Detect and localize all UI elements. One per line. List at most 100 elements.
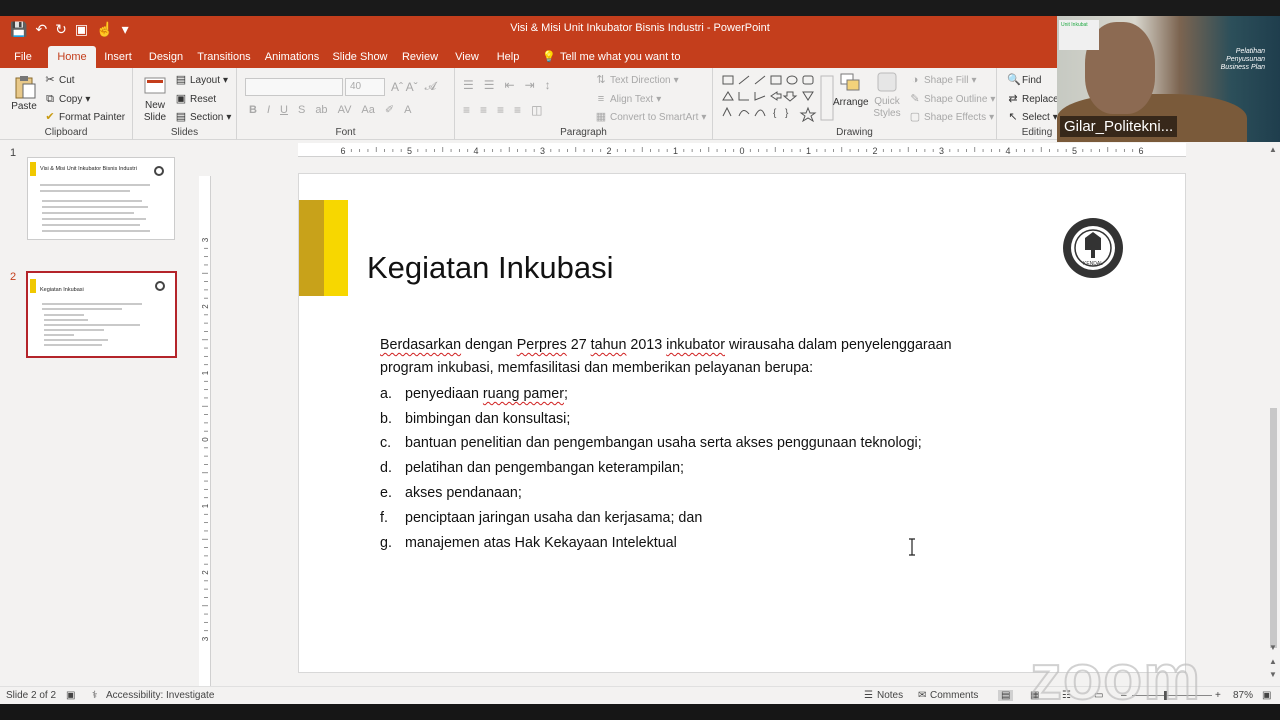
italic-button[interactable]: I — [267, 104, 270, 116]
font-size-combo[interactable]: 40 — [345, 78, 385, 96]
normal-view-icon[interactable]: ▤ — [998, 690, 1014, 701]
font-name-combo[interactable] — [245, 78, 343, 96]
shape-effects-button[interactable]: ▢ Shape Effects ▾ — [909, 111, 994, 123]
increase-indent-icon[interactable]: ⇥ — [525, 78, 535, 92]
line-spacing-icon[interactable]: ↕ — [545, 78, 551, 92]
new-slide-label-2: Slide — [143, 112, 167, 123]
highlight-button[interactable]: ✐ — [385, 103, 394, 116]
zoom-level[interactable]: 87% — [1233, 690, 1253, 701]
format-painter-button[interactable]: ✔ Format Painter — [44, 111, 125, 123]
section-button[interactable]: ▤ Section ▾ — [175, 111, 232, 123]
comments-icon[interactable]: ✉ — [918, 690, 926, 701]
scrollbar-thumb[interactable] — [1270, 408, 1277, 648]
tab-animations[interactable]: Animations — [262, 46, 322, 68]
cut-button[interactable]: ✂ Cut — [44, 74, 74, 86]
bold-button[interactable]: B — [249, 104, 257, 116]
underline-button[interactable]: U — [280, 104, 288, 116]
numbering-icon[interactable]: ☰ — [484, 78, 495, 92]
thumb-text-line — [44, 339, 108, 341]
thumb-text-line — [42, 206, 148, 208]
find-label: Find — [1022, 74, 1042, 86]
tab-view[interactable]: View — [452, 46, 482, 68]
increase-font-icon[interactable]: Aˆ Aˇ 𝓐 — [391, 79, 436, 94]
slide-canvas[interactable]: Kegiatan Inkubasi KENDAL Berdasarkan den… — [298, 173, 1186, 673]
comments-button[interactable]: Comments — [930, 690, 978, 701]
next-slide-icon[interactable]: ▼ — [1269, 670, 1277, 679]
vertical-scrollbar[interactable]: ▲ ▼ ▲ ▼ — [1267, 143, 1280, 686]
accessibility-status[interactable]: Accessibility: Investigate — [106, 690, 214, 701]
paste-button[interactable]: Paste — [10, 74, 38, 112]
ruler-label: 1 — [201, 503, 210, 508]
arrange-button[interactable]: Arrange — [833, 70, 869, 108]
thumb-text-line — [42, 212, 134, 214]
thumb-text-line — [42, 230, 150, 232]
char-spacing-button[interactable]: AV — [338, 104, 352, 116]
select-button[interactable]: ↖ Select ▾ — [1007, 111, 1057, 123]
powerpoint-window: 💾 ↶ ↻ ▣ ☝ ▾ Visi & Misi Unit Inkubator B… — [0, 16, 1280, 704]
change-case-button[interactable]: Aa — [361, 104, 374, 116]
fit-slide-icon[interactable]: ▣ — [1262, 690, 1271, 701]
scroll-down-icon[interactable]: ▼ — [1269, 643, 1277, 652]
tab-home[interactable]: Home — [48, 46, 96, 68]
copy-button[interactable]: ⧉ Copy ▾ — [44, 93, 90, 105]
intro-word: Perpres — [516, 337, 567, 353]
shape-fill-button[interactable]: ◑ Shape Fill ▾ — [909, 74, 977, 86]
list-text: pelatihan dan pengembangan keterampilan; — [405, 460, 684, 477]
replace-label: Replace — [1022, 93, 1059, 105]
align-center-icon[interactable]: ≡ — [480, 103, 487, 117]
accessibility-icon[interactable]: ⚕ — [92, 690, 97, 701]
shadow-button[interactable]: S — [298, 104, 305, 116]
slides-group-label: Slides — [170, 127, 199, 138]
scroll-up-icon[interactable]: ▲ — [1269, 145, 1277, 154]
align-text-button[interactable]: ≡ Align Text ▾ — [595, 93, 661, 105]
horizontal-ruler-ticks: 6 5 4 3 2 1 0 1 2 3 4 5 6 — [340, 146, 1143, 156]
decrease-indent-icon[interactable]: ⇤ — [505, 78, 515, 92]
clear-format-icon[interactable]: 𝓐 — [425, 79, 437, 94]
align-left-icon[interactable]: ≡ — [463, 103, 470, 117]
previous-slide-icon[interactable]: ▲ — [1269, 657, 1277, 666]
list-buttons: ☰ ☰ ⇤ ⇥ ↕ — [463, 78, 551, 92]
font-color-button[interactable]: A — [404, 104, 411, 116]
tab-design[interactable]: Design — [146, 46, 186, 68]
text-direction-button[interactable]: ⇅ Text Direction ▾ — [595, 74, 678, 86]
smartart-icon: ▦ — [595, 111, 607, 123]
paste-icon — [15, 76, 36, 99]
clipboard-group-label: Clipboard — [44, 127, 88, 138]
justify-icon[interactable]: ≡ — [514, 103, 521, 117]
tell-me-search[interactable]: Tell me what you want to do — [560, 46, 690, 81]
layout-label: Layout — [190, 74, 221, 86]
find-button[interactable]: 🔍 Find — [1007, 74, 1041, 86]
spellcheck-icon[interactable]: ▣ — [66, 690, 75, 701]
slide-body-text[interactable]: Berdasarkan dengan Perpres 27 tahun 2013… — [380, 334, 1020, 556]
notes-button[interactable]: Notes — [877, 690, 903, 701]
layout-button[interactable]: ▤ Layout ▾ — [175, 74, 228, 86]
tab-insert[interactable]: Insert — [100, 46, 136, 68]
slide-thumbnail-2[interactable]: Kegiatan Inkubasi — [26, 271, 177, 358]
convert-smartart-button[interactable]: ▦ Convert to SmartArt ▾ — [595, 111, 707, 123]
webcam-poster-small: Unit Inkubat — [1059, 20, 1099, 50]
reset-button[interactable]: ▣ Reset — [175, 93, 216, 105]
shape-outline-button[interactable]: ✎ Shape Outline ▾ — [909, 93, 995, 105]
align-right-icon[interactable]: ≡ — [497, 103, 504, 117]
quick-styles-button[interactable]: Quick Styles — [873, 70, 901, 120]
tab-file[interactable]: File — [8, 46, 38, 68]
replace-button[interactable]: ⇄ Replace — [1007, 93, 1059, 105]
tab-slide-show[interactable]: Slide Show — [332, 46, 388, 68]
slide-count: Slide 2 of 2 — [6, 690, 57, 701]
bullets-icon[interactable]: ☰ — [463, 78, 474, 92]
zoom-in-icon[interactable]: + — [1215, 690, 1221, 701]
slide-title[interactable]: Kegiatan Inkubasi — [367, 250, 613, 286]
columns-icon[interactable]: ◫ — [531, 103, 542, 117]
tab-help[interactable]: Help — [492, 46, 524, 68]
shapes-gallery[interactable]: {} — [721, 74, 835, 122]
ruler-label: 0 — [739, 146, 744, 156]
strikethrough-button[interactable]: ab — [315, 104, 327, 116]
list-marker: f. — [380, 509, 388, 526]
tab-review[interactable]: Review — [398, 46, 442, 68]
new-slide-button[interactable]: New Slide — [141, 74, 169, 124]
notes-icon[interactable]: ☰ — [864, 690, 873, 701]
replace-icon: ⇄ — [1008, 93, 1018, 105]
intro-word: tahun — [590, 337, 627, 353]
tab-transitions[interactable]: Transitions — [196, 46, 252, 68]
slide-thumbnail-1[interactable]: Visi & Misi Unit Inkubator Bisnis Indust… — [27, 157, 175, 240]
